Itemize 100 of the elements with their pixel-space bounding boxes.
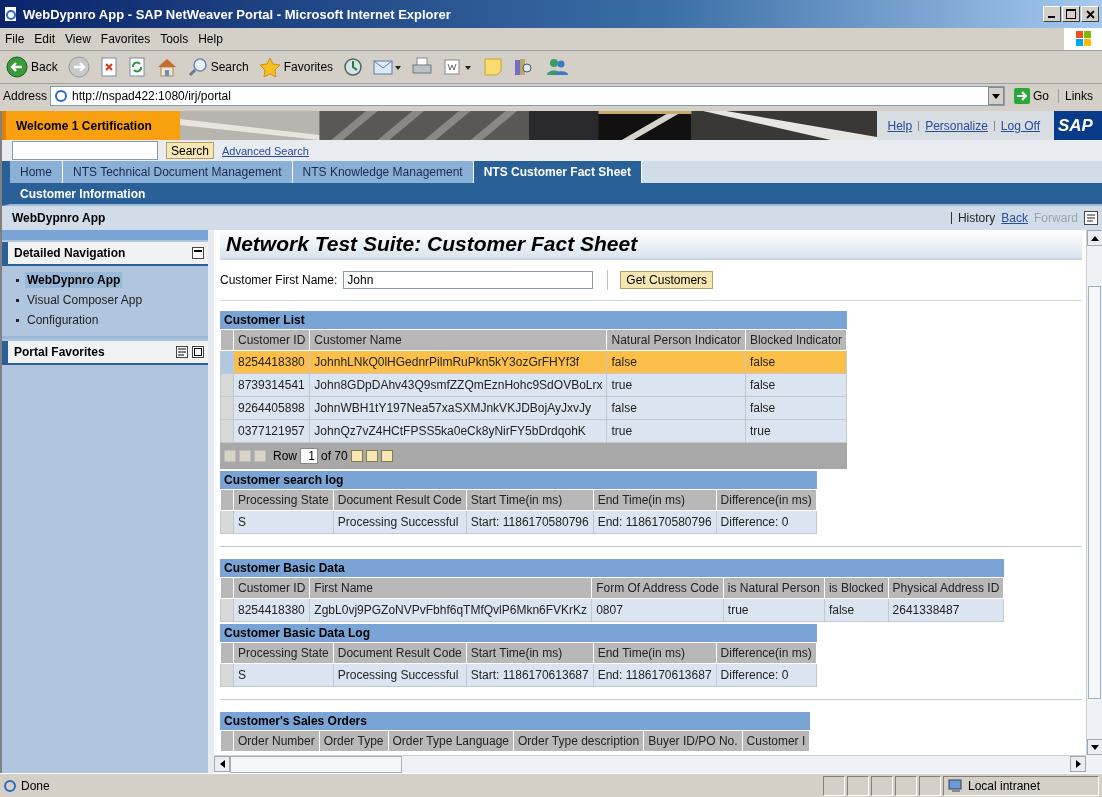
note-icon — [483, 57, 504, 77]
first-name-field[interactable]: John — [343, 271, 594, 289]
down-arrow-icon[interactable] — [1091, 744, 1099, 750]
nav-tab[interactable]: Home — [10, 161, 63, 183]
menu-item[interactable]: Tools — [155, 32, 194, 46]
next-page-button[interactable] — [365, 450, 378, 462]
close-icon — [1085, 9, 1095, 19]
column-header[interactable]: is Blocked — [824, 577, 889, 599]
back-button[interactable]: Back — [4, 56, 60, 78]
column-header[interactable]: Processing State — [233, 642, 334, 664]
column-header[interactable]: Customer Name — [309, 329, 607, 351]
column-header[interactable]: Document Result Code — [333, 489, 467, 511]
column-header[interactable]: Customer I — [742, 730, 810, 752]
menu-item[interactable]: Help — [193, 32, 228, 46]
table-cell: John8GDpDAhv43Q9smfZZQmEznHohc9SdOVBoLrx — [309, 373, 607, 397]
next-row-button[interactable] — [350, 450, 363, 462]
row-input[interactable]: 1 — [300, 448, 318, 464]
media-icon — [343, 57, 364, 77]
star-icon — [258, 57, 281, 77]
column-header[interactable]: First Name — [309, 577, 592, 599]
column-header[interactable]: Order Number — [233, 730, 320, 752]
search-button[interactable]: Search — [185, 57, 251, 77]
links-button[interactable]: Links — [1058, 89, 1099, 103]
search-button[interactable]: Search — [166, 142, 215, 159]
mail-button[interactable] — [371, 57, 404, 77]
close-button[interactable] — [1081, 6, 1099, 22]
header-link[interactable]: Log Off — [1000, 118, 1040, 133]
column-header[interactable]: Form Of Address Code — [591, 577, 724, 599]
printer-icon — [411, 57, 434, 77]
logo: SAP — [1054, 111, 1102, 140]
column-header[interactable]: Document Result Code — [333, 642, 467, 664]
table-cell: JohnWBH1tY197Nea57xaSXMJnkVKJDBojAyJxvJy — [309, 396, 607, 420]
column-header[interactable]: Natural Person Indicator — [607, 329, 746, 351]
column-header[interactable]: Buyer ID/PO No. — [643, 730, 743, 752]
window-title: WebDypnro App - SAP NetWeaver Portal - Microsoft Internet Explorer — [23, 6, 452, 22]
favorites-button[interactable]: Favorites — [256, 57, 336, 77]
get-customers-button[interactable]: Get Customers — [620, 271, 714, 289]
column-header[interactable]: is Natural Person — [723, 577, 825, 599]
section-title: Customer's Sales Orders — [220, 712, 811, 730]
nav-item[interactable]: Visual Composer App — [25, 292, 145, 308]
table-cell: Processing Successful — [333, 510, 467, 534]
table-cell: JohnhLNkQ0lHGednrPilmRuPkn5kY3ozGrFHYf3f — [309, 350, 607, 374]
menu-item[interactable]: File — [0, 32, 30, 46]
horizontal-scrollbar[interactable] — [214, 755, 1086, 773]
table-cell: End: 1186170580796 — [593, 510, 717, 534]
column-header[interactable]: Order Type description — [513, 730, 644, 752]
column-header[interactable]: Difference(in ms) — [716, 489, 817, 511]
table-cell: false — [607, 396, 746, 420]
back-link[interactable]: Back — [1001, 211, 1028, 225]
up-arrow-icon[interactable] — [1091, 235, 1099, 241]
header-link[interactable]: Personalize — [925, 118, 988, 133]
nav-tab[interactable]: NTS Customer Fact Sheet — [473, 161, 643, 183]
column-header[interactable]: Order Type — [319, 730, 388, 752]
menu-item[interactable]: Edit — [29, 32, 61, 46]
menu-icon[interactable] — [176, 346, 188, 358]
status-pane — [919, 776, 941, 796]
options-icon[interactable] — [1084, 211, 1098, 225]
nav-item[interactable]: Configuration — [25, 312, 101, 328]
column-header[interactable]: Customer ID — [233, 577, 310, 599]
right-arrow-icon[interactable] — [1075, 760, 1081, 768]
maximize-icon[interactable] — [192, 346, 204, 358]
column-header[interactable]: Physical Address ID — [888, 577, 1004, 599]
computer-icon — [948, 779, 964, 793]
row-selector[interactable] — [220, 350, 234, 374]
minimize-button[interactable] — [1043, 6, 1061, 22]
go-button[interactable]: Go — [1007, 88, 1055, 104]
forward-button[interactable] — [65, 56, 92, 78]
last-page-button[interactable] — [380, 450, 393, 462]
column-header[interactable]: Start Time(in ms) — [466, 642, 594, 664]
nav-item[interactable]: WebDypnro App — [25, 272, 123, 288]
menu-item[interactable]: Favorites — [95, 32, 156, 46]
status-text: Done — [21, 779, 50, 793]
column-header[interactable]: Start Time(in ms) — [466, 489, 594, 511]
menu-item[interactable]: View — [60, 32, 96, 46]
dropdown-button[interactable] — [987, 87, 1004, 105]
page-heading: Network Test Suite: Customer Fact Sheet — [220, 230, 1082, 260]
table-cell: JohnQz7vZ4HCtFPSS5ka0eCk8yNirFY5bDrdqohK — [309, 419, 607, 443]
sub-nav-item[interactable]: Customer Information — [10, 186, 146, 201]
vertical-scrollbar[interactable] — [1086, 230, 1102, 755]
column-header[interactable]: End Time(in ms) — [593, 489, 717, 511]
maximize-button[interactable] — [1062, 6, 1080, 22]
status-pane — [823, 776, 845, 796]
search-field[interactable] — [12, 141, 158, 160]
nav-tab[interactable]: NTS Technical Document Management — [63, 161, 293, 183]
header-link[interactable]: Help — [887, 118, 913, 133]
table-cell: true — [607, 373, 746, 397]
column-header[interactable]: Customer ID — [233, 329, 310, 351]
nav-tab[interactable]: NTS Knowledge Management — [292, 161, 474, 183]
history-menu[interactable]: History — [957, 211, 996, 225]
advanced-search-link[interactable]: Advanced Search — [222, 144, 309, 157]
left-arrow-icon[interactable] — [219, 760, 225, 768]
address-field[interactable]: http://nspad422:1080/irj/portal — [50, 86, 1005, 106]
zone-text: Local intranet — [968, 779, 1041, 793]
panel-title: Portal Favorites — [14, 345, 106, 359]
column-header[interactable]: Order Type Language — [388, 730, 514, 752]
column-header[interactable]: Difference(in ms) — [716, 642, 817, 664]
minimize-icon[interactable] — [192, 247, 204, 259]
column-header[interactable]: End Time(in ms) — [593, 642, 717, 664]
column-header[interactable]: Processing State — [233, 489, 334, 511]
column-header[interactable]: Blocked Indicator — [745, 329, 847, 351]
